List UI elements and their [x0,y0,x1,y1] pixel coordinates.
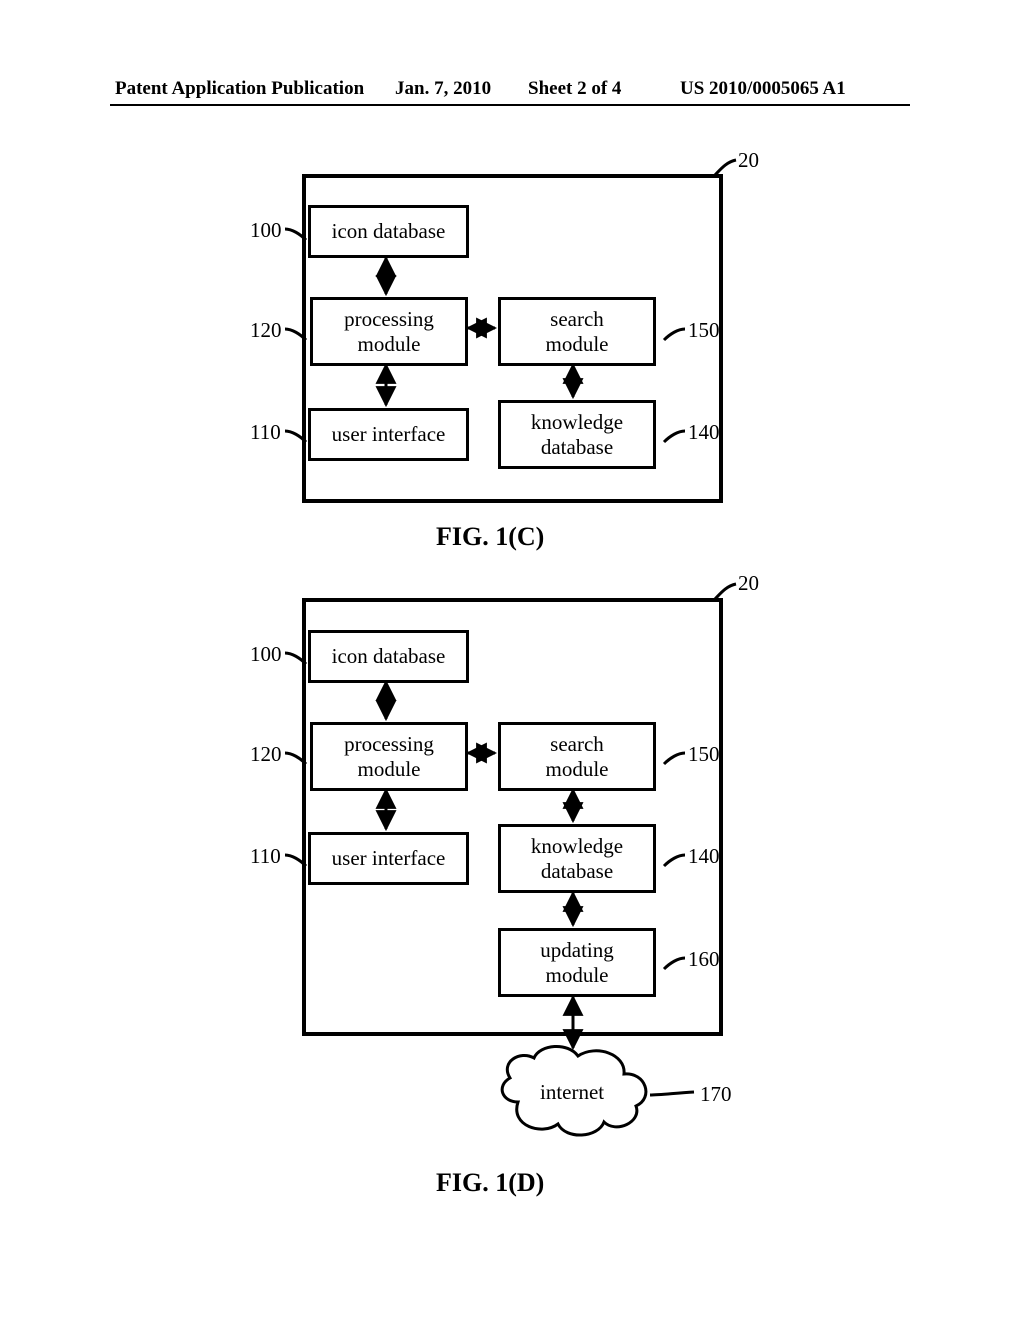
figD-icon-database-ref: 100 [250,642,282,667]
figC-icon-database-ref: 100 [250,218,282,243]
figC-knowledge-database-box: knowledge database [498,400,656,469]
figD-internet-label: internet [540,1080,604,1105]
figD-icon-database-box: icon database [308,630,469,683]
patent-figure-page: Patent Application Publication Jan. 7, 2… [0,0,1024,1320]
figD-search-module-label: search module [546,732,609,780]
figD-processing-module-ref: 120 [250,742,282,767]
figD-container-ref: 20 [738,571,759,596]
figD-knowledge-database-ref: 140 [688,844,720,869]
figD-updating-module-label: updating module [540,938,614,986]
figC-search-module-ref: 150 [688,318,720,343]
figC-knowledge-database-label: knowledge database [531,410,623,458]
figC-container-ref: 20 [738,148,759,173]
figD-user-interface-box: user interface [308,832,469,885]
figC-processing-module-ref: 120 [250,318,282,343]
figC-icon-database-label: icon database [332,219,446,243]
figC-search-module-box: search module [498,297,656,366]
figD-processing-module-box: processing module [310,722,468,791]
figD-processing-module-label: processing module [344,732,434,780]
header-rule [110,104,910,106]
figD-knowledge-database-box: knowledge database [498,824,656,893]
figC-knowledge-database-ref: 140 [688,420,720,445]
figC-processing-module-label: processing module [344,307,434,355]
figC-user-interface-label: user interface [332,422,446,446]
figD-user-interface-ref: 110 [250,844,281,869]
figD-updating-module-box: updating module [498,928,656,997]
figC-caption: FIG. 1(C) [436,522,544,552]
figC-user-interface-box: user interface [308,408,469,461]
figD-knowledge-database-label: knowledge database [531,834,623,882]
figD-search-module-box: search module [498,722,656,791]
figC-search-module-label: search module [546,307,609,355]
figD-caption: FIG. 1(D) [436,1168,544,1198]
sheet-number: Sheet 2 of 4 [528,78,621,100]
figD-updating-module-ref: 160 [688,947,720,972]
figD-search-module-ref: 150 [688,742,720,767]
document-number: US 2010/0005065 A1 [680,78,846,100]
figD-internet-ref: 170 [700,1082,732,1107]
publication-type: Patent Application Publication [115,78,364,100]
figC-user-interface-ref: 110 [250,420,281,445]
publication-date: Jan. 7, 2010 [395,78,491,100]
figD-icon-database-label: icon database [332,644,446,668]
figD-user-interface-label: user interface [332,846,446,870]
figC-processing-module-box: processing module [310,297,468,366]
figC-icon-database-box: icon database [308,205,469,258]
